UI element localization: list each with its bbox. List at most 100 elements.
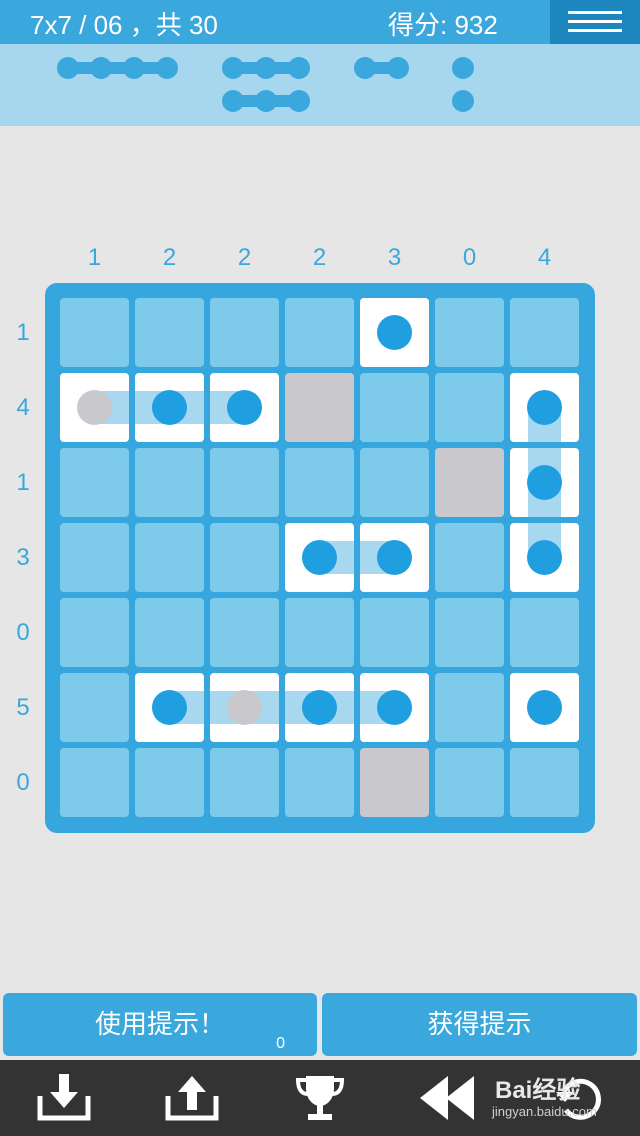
column-clue: 2 <box>162 244 177 271</box>
trophy-icon[interactable] <box>292 1072 348 1124</box>
board-cell-ship[interactable] <box>135 373 204 442</box>
board-cell[interactable] <box>135 523 204 592</box>
board-cell[interactable] <box>435 748 504 817</box>
board-cell[interactable] <box>435 673 504 742</box>
level-indicator: 7x7 / 06 ，共 30 <box>30 10 218 40</box>
score-display: 得分: 932 <box>388 10 498 40</box>
row-clue: 0 <box>16 618 30 646</box>
board-cell-blocked[interactable] <box>360 748 429 817</box>
use-hint-label: 使用提示！ <box>94 1009 225 1039</box>
fleet-ship-segment <box>123 57 145 79</box>
ship-segment <box>152 390 187 425</box>
board-cell[interactable] <box>210 748 279 817</box>
upload-icon[interactable] <box>164 1072 220 1124</box>
column-clue: 1 <box>87 244 102 271</box>
game-board <box>45 283 595 833</box>
board-cell[interactable] <box>210 523 279 592</box>
board-cell[interactable] <box>285 298 354 367</box>
row-clue: 1 <box>16 468 30 496</box>
board-cell[interactable] <box>510 598 579 667</box>
fleet-ship-segment <box>57 57 79 79</box>
board-cell-ship[interactable] <box>210 373 279 442</box>
board-cell-ship[interactable] <box>510 373 579 442</box>
board-cell[interactable] <box>60 523 129 592</box>
ship-segment <box>527 390 562 425</box>
rewind-icon[interactable] <box>420 1072 480 1124</box>
board-cell[interactable] <box>435 598 504 667</box>
board-cell[interactable] <box>360 448 429 517</box>
board-cell[interactable] <box>210 298 279 367</box>
fleet-ship-segment <box>90 57 112 79</box>
board-cell[interactable] <box>210 598 279 667</box>
board-cell[interactable] <box>285 598 354 667</box>
ship-segment <box>527 540 562 575</box>
board-cell[interactable] <box>135 448 204 517</box>
watermark-brand: Bai经验 <box>495 1077 581 1104</box>
board-cell[interactable] <box>285 748 354 817</box>
board-cell[interactable] <box>435 373 504 442</box>
board-cell-ship[interactable] <box>60 373 129 442</box>
ship-segment <box>527 690 562 725</box>
fleet-ship-segment <box>288 90 310 112</box>
board-cell-ship[interactable] <box>360 673 429 742</box>
ship-segment <box>227 390 262 425</box>
top-bar: 7x7 / 06 ，共 30 得分: 932 <box>0 0 640 44</box>
menu-icon-line <box>568 29 622 32</box>
ship-segment-hint <box>227 690 262 725</box>
ship-segment <box>302 690 337 725</box>
menu-button[interactable] <box>550 0 640 44</box>
use-hint-button[interactable]: 使用提示！ 0 <box>3 993 317 1056</box>
board-cell[interactable] <box>135 598 204 667</box>
fleet-ship-segment <box>387 57 409 79</box>
get-hint-label: 获得提示 <box>427 1009 532 1039</box>
board-cell[interactable] <box>60 298 129 367</box>
board-cell[interactable] <box>135 748 204 817</box>
board-cell[interactable] <box>60 748 129 817</box>
board-cell[interactable] <box>510 298 579 367</box>
board-cell[interactable] <box>285 448 354 517</box>
board-cell-blocked[interactable] <box>435 448 504 517</box>
fleet-ship-bar <box>68 62 167 74</box>
board-cell-ship[interactable] <box>285 523 354 592</box>
column-clue: 2 <box>237 244 252 271</box>
board-cell-ship[interactable] <box>510 448 579 517</box>
board-cell[interactable] <box>210 448 279 517</box>
fleet-ship-segment <box>452 90 474 112</box>
menu-icon <box>568 11 622 14</box>
ship-segment <box>377 315 412 350</box>
board-cell-ship[interactable] <box>360 298 429 367</box>
board-cell-ship[interactable] <box>360 523 429 592</box>
fleet-ship-segment <box>222 90 244 112</box>
board-cell-ship[interactable] <box>210 673 279 742</box>
fleet-ship-segment <box>452 57 474 79</box>
row-clue: 5 <box>16 693 30 721</box>
download-icon[interactable] <box>36 1072 92 1124</box>
fleet-ship-segment <box>255 90 277 112</box>
board-cell[interactable] <box>435 523 504 592</box>
board-cell-ship[interactable] <box>285 673 354 742</box>
board-cell-ship[interactable] <box>510 523 579 592</box>
ship-segment <box>527 465 562 500</box>
board-cell[interactable] <box>510 748 579 817</box>
fleet-ship-segment <box>156 57 178 79</box>
board-cell[interactable] <box>435 298 504 367</box>
column-clue: 4 <box>537 244 552 271</box>
board-cell[interactable] <box>60 598 129 667</box>
ship-segment <box>377 690 412 725</box>
fleet-ship-segment <box>222 57 244 79</box>
watermark-url: jingyan.baidu.com <box>492 1104 597 1119</box>
board-cell[interactable] <box>135 298 204 367</box>
column-clue: 0 <box>462 244 477 271</box>
board-cell-ship[interactable] <box>135 673 204 742</box>
row-clue: 4 <box>16 393 30 421</box>
board-cell-ship[interactable] <box>510 673 579 742</box>
board-cell[interactable] <box>60 673 129 742</box>
hint-count: 0 <box>276 1035 285 1052</box>
board-cell[interactable] <box>60 448 129 517</box>
board-cell[interactable] <box>360 373 429 442</box>
board-cell-blocked[interactable] <box>285 373 354 442</box>
get-hint-button[interactable]: 获得提示 <box>322 993 637 1056</box>
board-cell[interactable] <box>360 598 429 667</box>
row-clue: 1 <box>16 318 30 346</box>
ship-segment <box>377 540 412 575</box>
